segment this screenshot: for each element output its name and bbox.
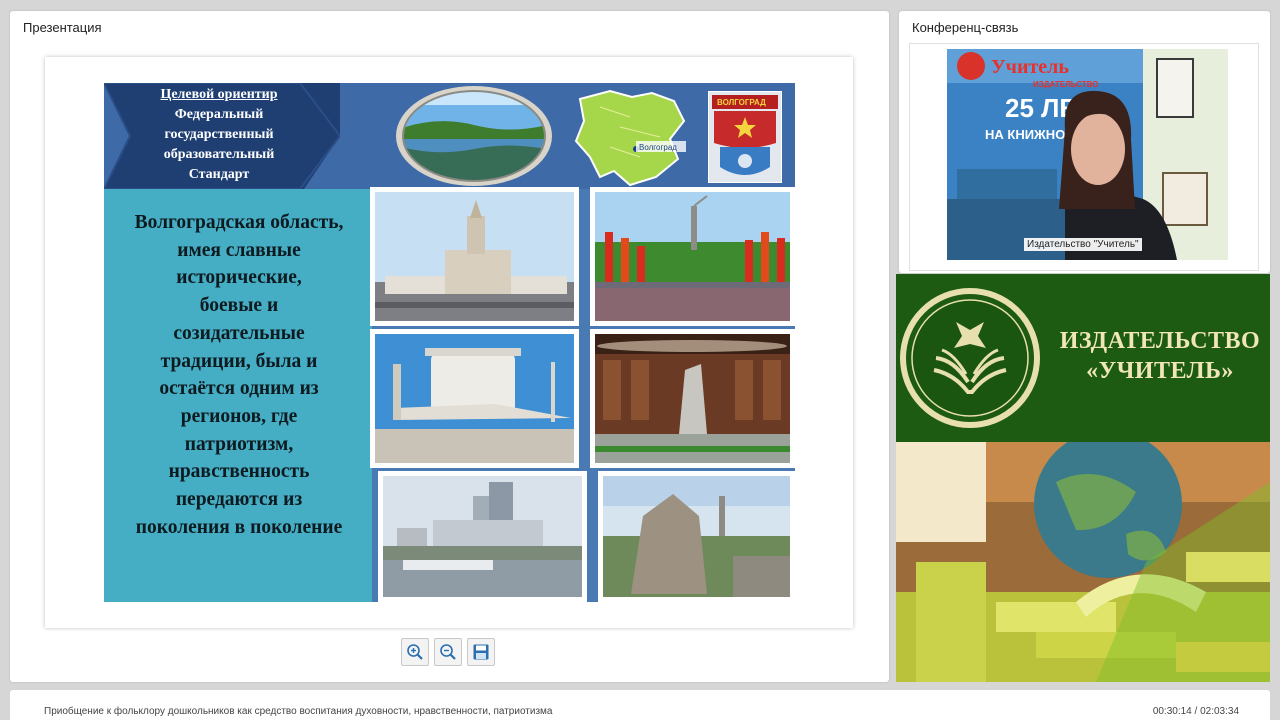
save-icon (473, 644, 489, 660)
presentation-panel-title: Презентация (23, 20, 102, 35)
zoom-out-button[interactable] (434, 638, 462, 666)
publisher-name-line-1: ИЗДАТЕЛЬСТВО (1059, 328, 1261, 354)
photo-memorial-statues (598, 471, 795, 602)
video-caption: Издательство "Учитель" (1024, 238, 1142, 251)
main-text-line: патриотизм, (184, 433, 294, 455)
oval-landscape-image (396, 86, 552, 186)
conference-panel-title: Конференц-связь (912, 20, 1019, 35)
arrow-line-3: государственный (164, 127, 274, 142)
coat-of-arms-label: ВОЛГОГРАД (717, 98, 766, 107)
bottom-info-bar: Приобщение к фольклору дошкольников как … (10, 690, 1270, 720)
zoom-in-icon (407, 644, 423, 660)
slide-content: Целевой ориентир Федеральный государстве… (104, 83, 795, 602)
photo-volgograd-embankment (378, 471, 587, 602)
presentation-slide: Целевой ориентир Федеральный государстве… (45, 57, 853, 628)
map-city-label: Волгоград (639, 143, 677, 152)
target-guideline-arrow: Целевой ориентир Федеральный государстве… (104, 83, 340, 189)
main-text-line: нравственность (168, 461, 310, 483)
arrow-line-2: Федеральный (174, 107, 264, 122)
speaker-video[interactable]: Учитель ИЗДАТЕЛЬСТВО 25 ЛЕТ НА КНИЖНОМ Р… (947, 49, 1228, 260)
photo-hall-of-glory (590, 329, 795, 468)
playback-time: 00:30:14 / 02:03:34 (1152, 706, 1239, 717)
arrow-text: Целевой ориентир Федеральный государстве… (134, 85, 304, 185)
save-button[interactable] (467, 638, 495, 666)
conference-panel: Конференц-связь Учитель ИЗДАТЕЛЬСТВО 25 … (899, 11, 1270, 273)
video-banner-line-1: Учитель (991, 56, 1069, 78)
video-banner-line-4: НА КНИЖНОМ (985, 127, 1076, 142)
slide-main-text-block: Волгоградская область, имея славные исто… (104, 189, 372, 602)
photo-mamayev-kurgan-parade (590, 187, 795, 326)
video-frame: Учитель ИЗДАТЕЛЬСТВО 25 ЛЕТ НА КНИЖНОМ Р… (909, 43, 1259, 271)
photo-panorama-museum (370, 329, 579, 468)
main-text-line: поколения в поколение (135, 516, 343, 538)
main-text-line: имея славные (177, 239, 301, 261)
main-text-line: традиции, была и (160, 350, 318, 372)
slide-main-text: Волгоградская область, имея славные исто… (110, 209, 368, 541)
video-banner-line-2: ИЗДАТЕЛЬСТВО (1033, 80, 1099, 89)
coat-of-arms-image: ВОЛГОГРАД (708, 91, 782, 183)
volgograd-region-map: Волгоград (574, 89, 686, 187)
presentation-panel: Презентация Целевой ориентир Федеральный… (10, 11, 889, 682)
main-text-line: регионов, где (180, 405, 298, 427)
main-text-line: созидательные (173, 322, 305, 344)
lecture-title: Приобщение к фольклору дошкольников как … (44, 706, 553, 717)
publisher-banner: ИЗДАТЕЛЬСТВО «УЧИТЕЛЬ» (896, 274, 1270, 442)
speaker-video-image: Учитель ИЗДАТЕЛЬСТВО 25 ЛЕТ НА КНИЖНОМ Р… (947, 49, 1228, 260)
main-text-line: остаётся одним из (159, 378, 319, 400)
zoom-in-button[interactable] (401, 638, 429, 666)
arrow-line-1: Целевой ориентир (160, 87, 278, 102)
publisher-name-line-2: «УЧИТЕЛЬ» (1086, 358, 1234, 384)
main-text-line: передаются из (175, 489, 303, 511)
slide-toolbar (401, 638, 497, 668)
main-text-line: исторические, (176, 267, 302, 289)
photo-railway-station (370, 187, 579, 326)
arrow-line-5: Стандарт (188, 167, 250, 182)
zoom-out-icon (440, 644, 456, 660)
main-text-line: Волгоградская область, (134, 212, 344, 233)
arrow-line-4: образовательный (163, 147, 275, 162)
main-text-line: боевые и (199, 295, 279, 317)
books-globe-image (896, 442, 1270, 682)
